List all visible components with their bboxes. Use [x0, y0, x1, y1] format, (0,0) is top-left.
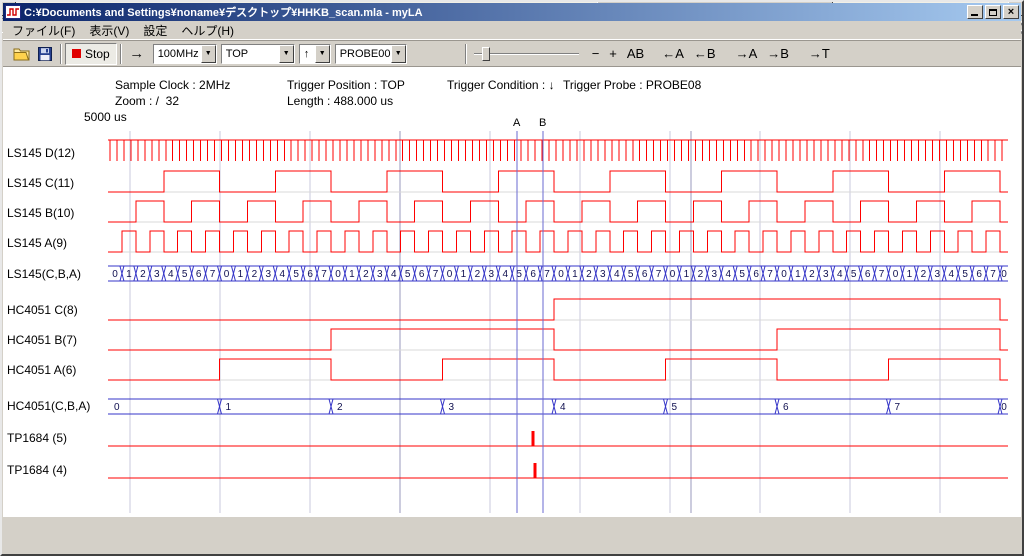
sample-clock-select[interactable]: 100MHz ▼: [153, 44, 217, 64]
channel-label-ls145-b: LS145 B(10): [7, 206, 74, 220]
toolbar-separator: [120, 44, 122, 64]
window-buttons: ×: [967, 5, 1019, 19]
channel-label-hc4051-c: HC4051 C(8): [7, 303, 78, 317]
cursor-b-label[interactable]: B: [539, 117, 546, 129]
minimize-icon: [971, 14, 978, 16]
toolbar: Stop → 100MHz ▼ TOP ▼ ↑ ▼ PROBE00 ▼ − + …: [3, 40, 1021, 67]
info-trigger-position: Trigger Position : TOP: [287, 78, 405, 92]
maximize-icon: [989, 9, 997, 16]
channel-label-hc4051-a: HC4051 A(6): [7, 363, 76, 377]
slider-thumb[interactable]: [482, 47, 490, 61]
channel-label-ls145-a: LS145 A(9): [7, 236, 67, 250]
title-bar[interactable]: C:¥Documents and Settings¥noname¥デスクトップ¥…: [3, 3, 1021, 21]
channel-label-tp1684-5: TP1684 (5): [7, 431, 67, 445]
stop-icon: [72, 49, 81, 58]
close-button[interactable]: ×: [1003, 5, 1019, 19]
trigger-position-value: TOP: [222, 48, 279, 60]
chevron-down-icon[interactable]: ▼: [315, 45, 330, 63]
info-trigger-condition: Trigger Condition : ↓: [447, 78, 555, 92]
close-icon: ×: [1008, 7, 1014, 17]
goto-cursor-b-left-button[interactable]: ←B: [689, 43, 721, 65]
ab-cursor-button[interactable]: AB: [622, 43, 649, 65]
window-title: C:¥Documents and Settings¥noname¥デスクトップ¥…: [24, 4, 967, 20]
menu-view[interactable]: 表示(V): [82, 21, 136, 40]
toolbar-separator: [60, 44, 62, 64]
maximize-button[interactable]: [985, 5, 1001, 19]
menu-file[interactable]: ファイル(F): [5, 21, 82, 40]
run-button[interactable]: →: [125, 43, 149, 65]
channel-label-ls145-c: LS145 C(11): [7, 176, 74, 190]
info-zoom: Zoom : / 32: [115, 94, 179, 108]
goto-cursor-b-right-button[interactable]: →B: [762, 43, 794, 65]
chevron-down-icon[interactable]: ▼: [391, 45, 406, 63]
channel-label-ls145-bus: LS145(C,B,A): [7, 267, 81, 281]
goto-cursor-a-right-button[interactable]: →A: [731, 43, 763, 65]
trigger-probe-value: PROBE00: [336, 48, 391, 60]
goto-cursor-a-left-button[interactable]: ←A: [657, 43, 689, 65]
floppy-icon: [37, 46, 53, 62]
trigger-edge-value: ↑: [300, 48, 315, 60]
channel-label-hc4051-b: HC4051 B(7): [7, 333, 77, 347]
timebase-label: 5000 us: [84, 110, 127, 124]
menu-help[interactable]: ヘルプ(H): [174, 21, 241, 40]
trigger-position-select[interactable]: TOP ▼: [221, 44, 295, 64]
waveform-panel: [3, 67, 1021, 517]
trigger-probe-select[interactable]: PROBE00 ▼: [335, 44, 407, 64]
channel-label-ls145-d: LS145 D(12): [7, 146, 75, 160]
save-button[interactable]: [33, 43, 57, 65]
info-sample-clock: Sample Clock : 2MHz: [115, 78, 230, 92]
trigger-edge-select[interactable]: ↑ ▼: [299, 44, 331, 64]
open-folder-icon: [13, 46, 30, 61]
channel-label-hc4051-bus: HC4051(C,B,A): [7, 399, 90, 413]
menu-settings[interactable]: 設定: [136, 21, 174, 40]
info-length: Length : 488.000 us: [287, 94, 393, 108]
app-icon: [5, 4, 21, 20]
chevron-down-icon[interactable]: ▼: [201, 45, 216, 63]
stop-button[interactable]: Stop: [65, 43, 117, 65]
toolbar-separator: [465, 44, 467, 64]
channel-label-tp1684-4: TP1684 (4): [7, 463, 67, 477]
zoom-slider[interactable]: [474, 43, 579, 65]
minimize-button[interactable]: [967, 5, 983, 19]
info-trigger-probe: Trigger Probe : PROBE08: [563, 78, 701, 92]
zoom-out-button[interactable]: −: [587, 43, 605, 65]
sample-clock-value: 100MHz: [154, 48, 201, 60]
goto-trigger-button[interactable]: →T: [804, 43, 835, 65]
cursor-a-label[interactable]: A: [513, 117, 520, 129]
open-button[interactable]: [9, 43, 33, 65]
chevron-down-icon[interactable]: ▼: [279, 45, 294, 63]
menu-bar: ファイル(F) 表示(V) 設定 ヘルプ(H): [3, 21, 1021, 40]
stop-label: Stop: [85, 47, 110, 61]
run-arrow-icon: →: [129, 45, 144, 62]
zoom-in-button[interactable]: +: [604, 43, 622, 65]
